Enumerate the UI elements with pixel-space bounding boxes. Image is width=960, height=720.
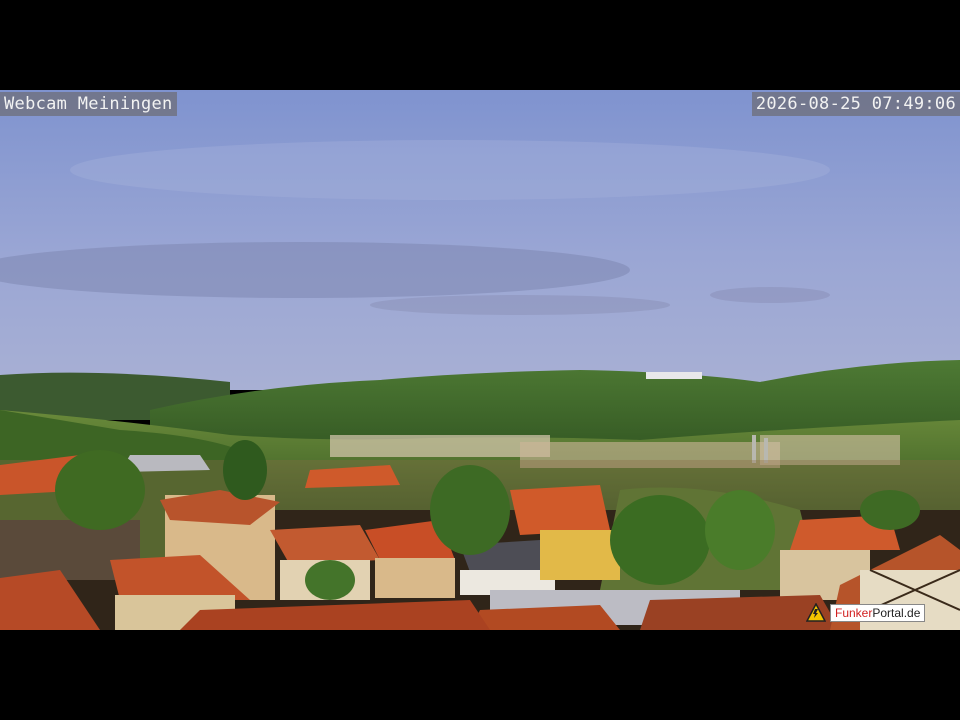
webcam-image (0, 90, 960, 630)
cloud (70, 140, 830, 200)
timestamp: 2026-08-25 07:49:06 (751, 92, 960, 116)
cloud (370, 295, 670, 315)
webcam-title: Webcam Meiningen (0, 92, 177, 116)
building-on-hill (646, 372, 702, 379)
cloud (0, 242, 630, 298)
cloud (710, 287, 830, 303)
logo-brand-rest: Portal.de (872, 606, 921, 620)
funkerportal-logo: FunkerPortal.de (806, 602, 952, 624)
sky (0, 90, 960, 390)
logo-text: FunkerPortal.de (830, 604, 926, 622)
warning-triangle-icon (806, 603, 826, 622)
logo-brand-red: Funker (835, 606, 873, 620)
town-landscape (0, 90, 960, 630)
